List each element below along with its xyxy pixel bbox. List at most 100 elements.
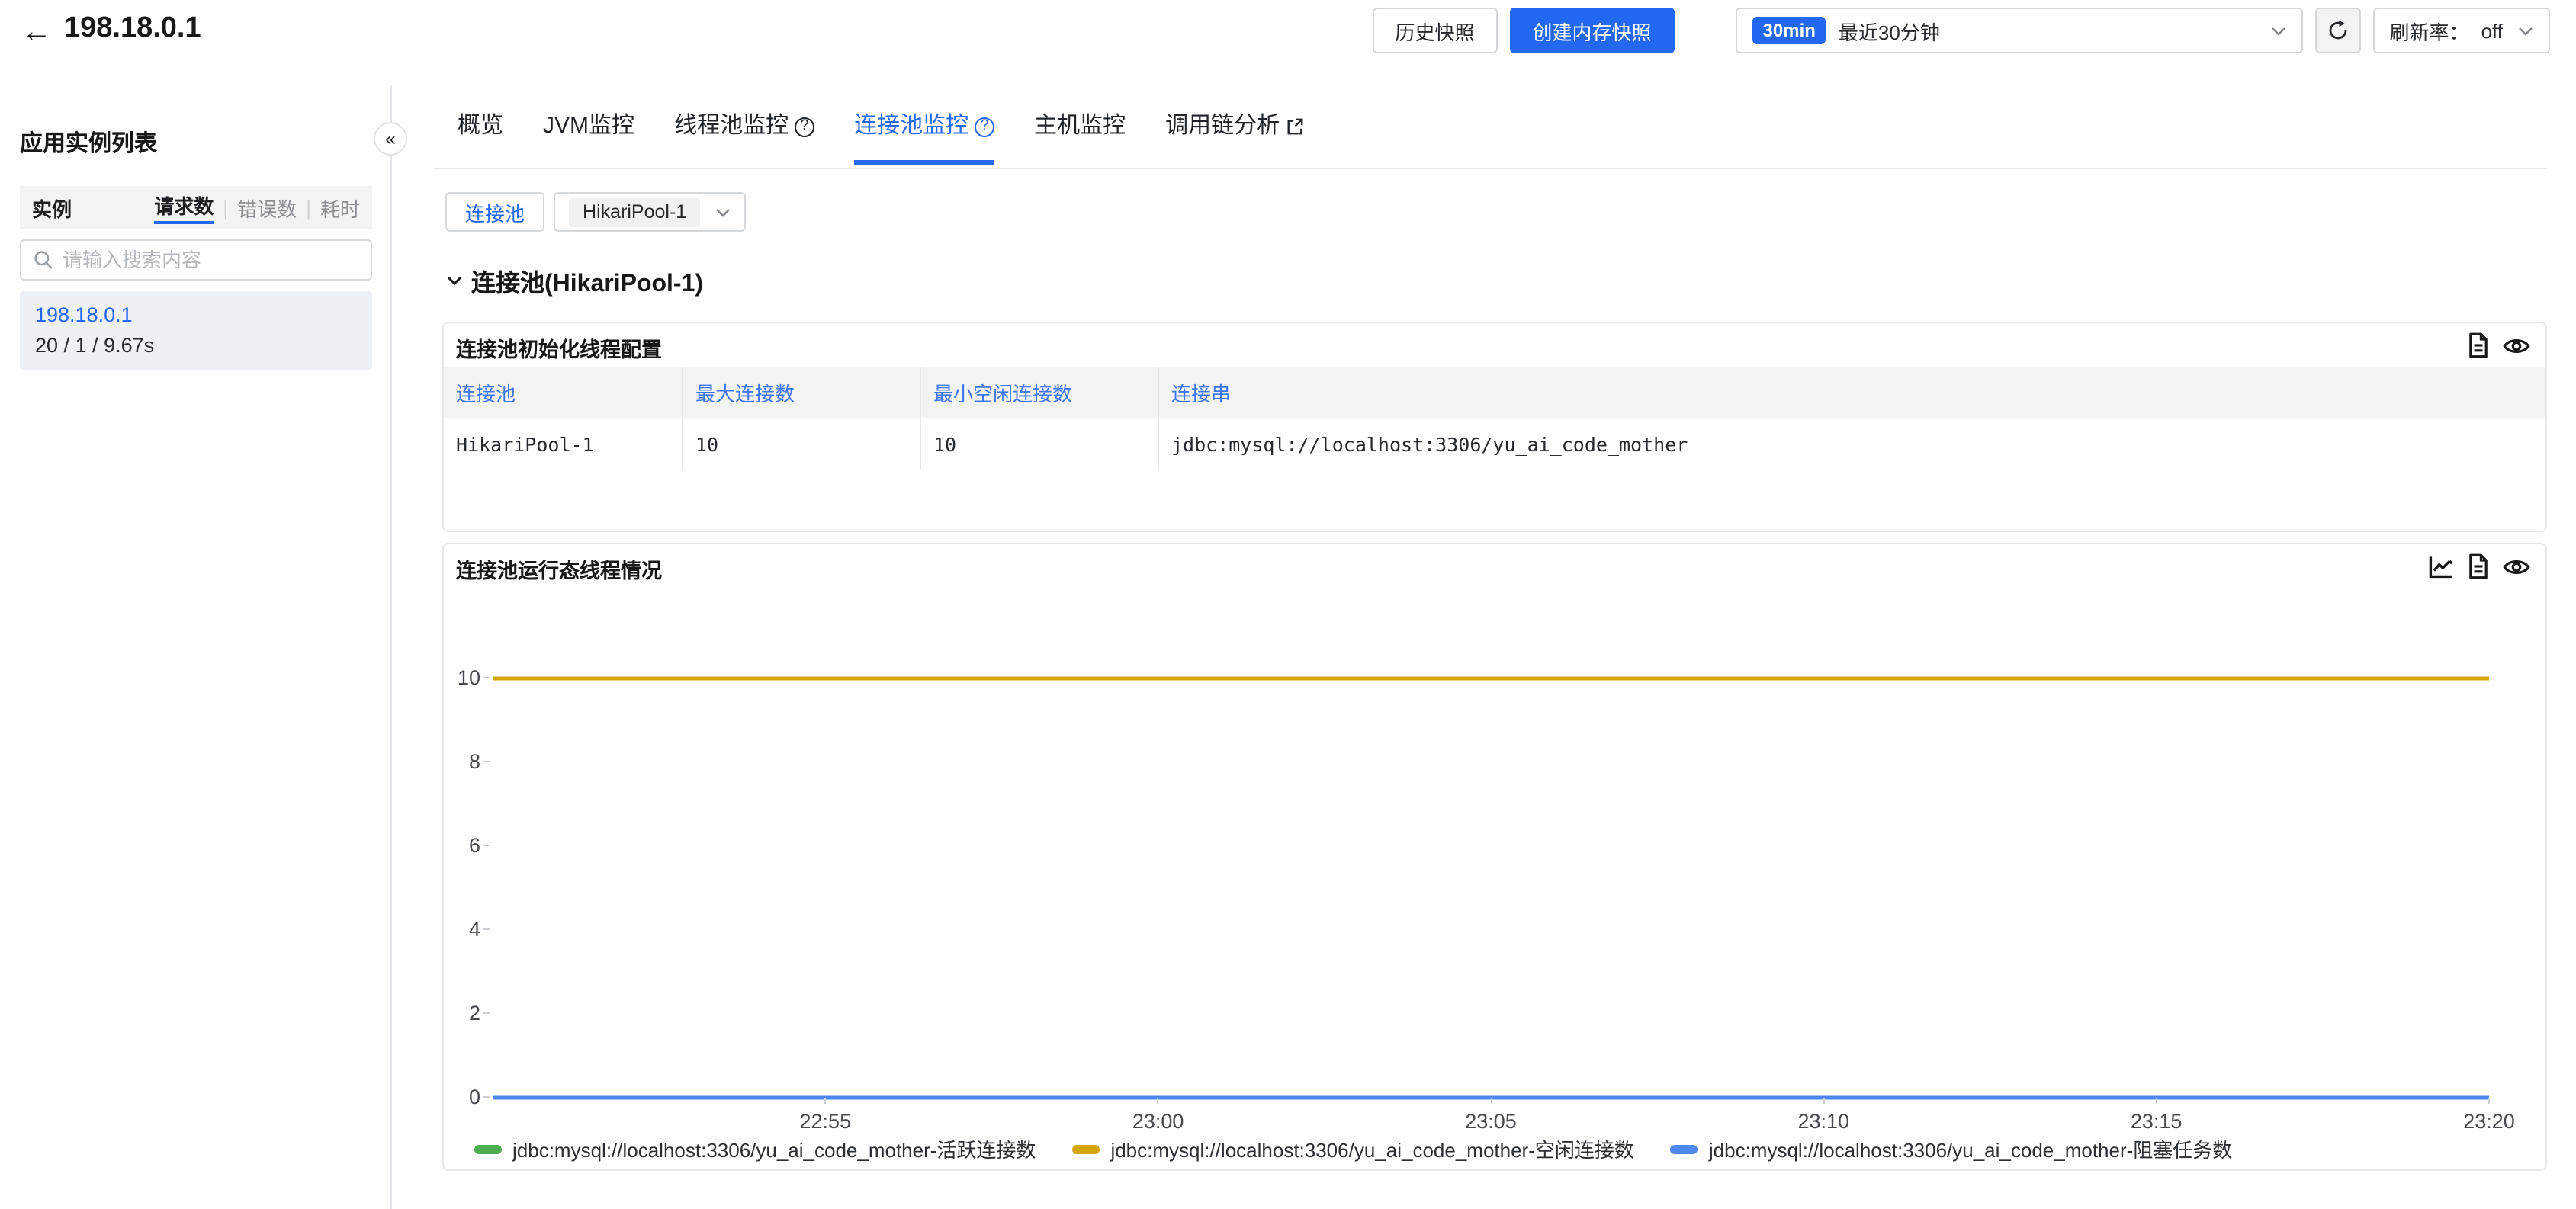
monitor-tabs: 概览 JVM监控 线程池监控 ? 连接池监控 ? 主机监控 调用链分析 [458, 113, 1304, 165]
x-axis-tick [2156, 1098, 2157, 1104]
tab-overview[interactable]: 概览 [458, 113, 503, 165]
chart-lines [493, 678, 2489, 1098]
x-axis-label: 23:10 [1798, 1110, 1850, 1133]
config-card-actions [2466, 332, 2530, 358]
instance-column-label: 实例 [32, 193, 72, 222]
sidebar-collapse-button[interactable]: « [374, 122, 407, 156]
sort-options: 请求数 | 错误数 | 耗时 [154, 191, 360, 224]
tab-threadpool-monitor[interactable]: 线程池监控 ? [674, 113, 814, 165]
y-axis-label: 6 [469, 835, 480, 857]
instance-search-box [20, 239, 372, 281]
legend-item-active-connections[interactable]: jdbc:mysql://localhost:3306/yu_ai_code_m… [474, 1134, 1036, 1163]
legend-marker [1671, 1144, 1698, 1153]
y-axis-label: 0 [469, 1087, 480, 1108]
time-range-badge: 30min [1752, 17, 1826, 44]
table-header-cell: 最小空闲连接数 [921, 367, 1159, 418]
page-title: 198.18.0.1 [64, 12, 201, 46]
y-axis-label: 4 [469, 919, 480, 941]
time-range-value: 最近30分钟 [1839, 16, 1940, 45]
pool-filter-row: 连接池 HikariPool-1 [445, 192, 746, 232]
y-axis-tick [483, 1012, 490, 1014]
y-axis-tick [483, 845, 490, 846]
x-axis-label: 22:55 [800, 1110, 852, 1133]
connection-pool-chart: 0 2 4 6 8 10 22:55 23:00 23:05 23:10 23:15 23:20 j… [444, 544, 2545, 1169]
pool-runtime-card: 连接池运行态线程情况 [442, 543, 2547, 1171]
chevron-down-icon [715, 207, 731, 217]
y-axis-tick [483, 928, 490, 930]
y-axis-label: 2 [469, 1003, 480, 1025]
chevron-down-icon [2518, 25, 2533, 36]
tab-trace-analysis[interactable]: 调用链分析 [1165, 113, 1304, 165]
time-range-select[interactable]: 30min 最近30分钟 [1736, 8, 2303, 53]
legend-marker [474, 1144, 502, 1153]
chevron-down-icon [2271, 25, 2286, 36]
config-card-title: 连接池初始化线程配置 [456, 332, 662, 363]
app-window: ← 198.18.0.1 历史快照 创建内存快照 30min 最近30分钟 刷新… [0, 0, 2576, 1209]
sort-by-requests[interactable]: 请求数 [154, 191, 214, 224]
tab-jvm-monitor[interactable]: JVM监控 [543, 113, 634, 165]
pool-select[interactable]: HikariPool-1 [554, 192, 746, 232]
tab-connection-pool-monitor[interactable]: 连接池监控 ? [854, 113, 994, 165]
eye-icon[interactable] [2503, 335, 2530, 356]
pool-config-card: 连接池初始化线程配置 连接池 最大连接数 最小空闲连接数 连接 [442, 322, 2547, 532]
chevron-down-icon [447, 274, 462, 287]
sort-by-errors[interactable]: 错误数 [237, 193, 297, 222]
pool-config-table: 连接池 最大连接数 最小空闲连接数 连接串 HikariPool-1 10 10… [444, 367, 2545, 470]
tabs-separator [433, 168, 2547, 169]
legend-item-blocked-tasks[interactable]: jdbc:mysql://localhost:3306/yu_ai_code_m… [1671, 1134, 2232, 1163]
refresh-rate-label: 刷新率： [2390, 16, 2469, 45]
table-header-cell: 连接串 [1159, 367, 2545, 418]
x-axis-tick [1823, 1098, 1824, 1104]
legend-item-idle-connections[interactable]: jdbc:mysql://localhost:3306/yu_ai_code_m… [1072, 1134, 1633, 1163]
y-axis-label: 10 [458, 668, 480, 689]
pool-select-value: HikariPool-1 [569, 197, 700, 226]
create-memory-snapshot-button[interactable]: 创建内存快照 [1510, 8, 1675, 53]
header-controls: 历史快照 创建内存快照 30min 最近30分钟 刷新率： off [1372, 8, 2550, 53]
chart-legend: jdbc:mysql://localhost:3306/yu_ai_code_m… [474, 1134, 2232, 1163]
pool-section-header[interactable]: 连接池(HikariPool-1) [447, 262, 703, 299]
instance-list-item[interactable]: 198.18.0.1 20 / 1 / 9.67s [20, 291, 372, 370]
tab-host-monitor[interactable]: 主机监控 [1034, 113, 1126, 165]
instance-name: 198.18.0.1 [35, 303, 357, 328]
table-cell-pool-name: HikariPool-1 [444, 418, 683, 470]
x-axis-label: 23:15 [2131, 1110, 2183, 1133]
help-icon: ? [975, 117, 994, 136]
refresh-icon [2327, 20, 2349, 41]
table-header-cell: 连接池 [444, 367, 683, 418]
table-cell-jdbc-url: jdbc:mysql://localhost:3306/yu_ai_code_m… [1159, 418, 2545, 470]
instance-stats: 20 / 1 / 9.67s [35, 334, 357, 358]
pool-filter-label: 连接池 [445, 192, 544, 232]
x-axis-tick [1490, 1098, 1492, 1104]
pool-section-title: 连接池(HikariPool-1) [471, 262, 703, 299]
table-cell-max-connections: 10 [683, 418, 921, 470]
x-axis-label: 23:00 [1132, 1110, 1184, 1133]
search-input[interactable] [63, 249, 358, 271]
document-icon[interactable] [2466, 332, 2491, 358]
legend-marker [1072, 1144, 1100, 1153]
x-axis-label: 23:05 [1465, 1110, 1517, 1133]
y-axis-tick [483, 1096, 490, 1098]
chart-y-axis: 0246810 [444, 678, 483, 1098]
history-snapshot-button[interactable]: 历史快照 [1372, 8, 1497, 53]
refresh-button[interactable] [2315, 8, 2361, 53]
back-arrow-icon[interactable]: ← [21, 14, 52, 50]
help-icon: ? [795, 117, 814, 136]
sort-separator: | [223, 196, 228, 219]
x-axis-tick [824, 1098, 826, 1104]
sort-separator: | [306, 196, 311, 219]
y-axis-tick [483, 761, 490, 762]
instance-list-header: 实例 请求数 | 错误数 | 耗时 [20, 186, 372, 229]
chart-plot [493, 678, 2489, 1098]
table-header-cell: 最大连接数 [683, 367, 921, 418]
search-icon [34, 250, 53, 270]
sidebar-title: 应用实例列表 [20, 127, 157, 159]
x-axis-label: 23:20 [2463, 1110, 2515, 1133]
external-link-icon [1286, 117, 1304, 136]
refresh-rate-value: off [2481, 19, 2503, 42]
y-axis-label: 8 [469, 752, 480, 773]
x-axis-tick [2488, 1098, 2490, 1104]
sidebar-divider [390, 85, 392, 1209]
refresh-rate-select[interactable]: 刷新率： off [2373, 8, 2550, 53]
sort-by-duration[interactable]: 耗时 [320, 193, 360, 222]
table-cell-min-idle: 10 [921, 418, 1159, 470]
